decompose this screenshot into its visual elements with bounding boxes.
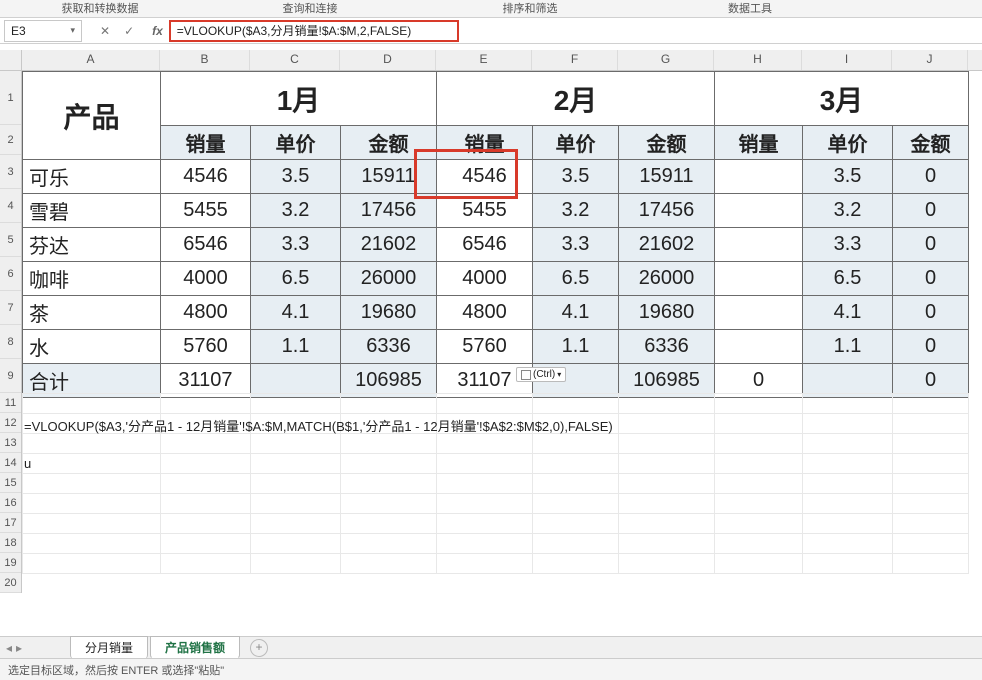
row-header-4[interactable]: 4 — [0, 189, 21, 223]
paste-options-icon — [521, 370, 531, 380]
col-header-E[interactable]: E — [436, 50, 532, 70]
row-header-12[interactable]: 12 — [0, 413, 21, 433]
formula-bar: E3 ▾ ✕ ✓ fx =VLOOKUP($A3,分月销量!$A:$M,2,FA… — [0, 18, 982, 44]
table-row[interactable]: 水 5760 1.1 6336 5760 1.1 6336 1.1 0 — [23, 330, 969, 364]
ribbon-group-labels: 获取和转换数据 查询和连接 排序和筛选 数据工具 — [0, 0, 982, 18]
col-header-J[interactable]: J — [892, 50, 968, 70]
new-sheet-button[interactable]: + — [250, 639, 268, 657]
month-header-2[interactable]: 2月 — [437, 72, 715, 126]
select-all-corner[interactable] — [0, 50, 22, 70]
row-header-16[interactable]: 16 — [0, 493, 21, 513]
col-header-F[interactable]: F — [532, 50, 618, 70]
name-box-ref: E3 — [11, 24, 26, 38]
tab-nav-prev-icon[interactable]: ◂ — [6, 641, 12, 655]
subheader-price-1[interactable]: 单价 — [251, 126, 341, 160]
cancel-formula-icon[interactable]: ✕ — [100, 24, 110, 38]
row-header-17[interactable]: 17 — [0, 513, 21, 533]
row-header-8[interactable]: 8 — [0, 325, 21, 359]
sheet-tab-2[interactable]: 产品销售额 — [150, 636, 240, 659]
col-header-A[interactable]: A — [22, 50, 160, 70]
table-row[interactable]: 茶 4800 4.1 19680 4800 4.1 19680 4.1 0 — [23, 296, 969, 330]
paste-options-chip[interactable]: (Ctrl) ▾ — [516, 367, 566, 382]
subheader-qty-3[interactable]: 销量 — [715, 126, 803, 160]
col-header-C[interactable]: C — [250, 50, 340, 70]
subheader-price-2[interactable]: 单价 — [533, 126, 619, 160]
sheet-tabs: ◂ ▸ 分月销量 产品销售额 + — [0, 636, 982, 658]
subheader-qty-2[interactable]: 销量 — [437, 126, 533, 160]
col-header-H[interactable]: H — [714, 50, 802, 70]
sheet-tab-1[interactable]: 分月销量 — [70, 636, 148, 659]
name-box-dropdown-icon[interactable]: ▾ — [70, 25, 75, 36]
tab-nav-next-icon[interactable]: ▸ — [16, 641, 22, 655]
row-header-3[interactable]: 3 — [0, 155, 21, 189]
table-row[interactable]: 芬达 6546 3.3 21602 6546 3.3 21602 3.3 0 — [23, 228, 969, 262]
cell-A14-text[interactable]: u — [24, 456, 31, 471]
table-row[interactable]: 雪碧 5455 3.2 17456 5455 3.2 17456 3.2 0 — [23, 194, 969, 228]
name-box[interactable]: E3 ▾ — [4, 20, 82, 42]
row-header-13[interactable]: 13 — [0, 433, 21, 453]
corner-product-label[interactable]: 产品 — [23, 72, 161, 160]
row-header-6[interactable]: 6 — [0, 257, 21, 291]
formula-highlight: =VLOOKUP($A3,分月销量!$A:$M,2,FALSE) — [169, 20, 459, 42]
table-row[interactable]: 咖啡 4000 6.5 26000 4000 6.5 26000 6.5 0 — [23, 262, 969, 296]
row-header-20[interactable]: 20 — [0, 573, 21, 593]
subheader-amount-3[interactable]: 金额 — [893, 126, 969, 160]
column-headers[interactable]: A B C D E F G H I J — [0, 50, 982, 71]
row-header-19[interactable]: 19 — [0, 553, 21, 573]
row-header-5[interactable]: 5 — [0, 223, 21, 257]
subheader-amount-1[interactable]: 金额 — [341, 126, 437, 160]
col-header-I[interactable]: I — [802, 50, 892, 70]
row-header-7[interactable]: 7 — [0, 291, 21, 325]
subheader-amount-2[interactable]: 金额 — [619, 126, 715, 160]
subheader-qty-1[interactable]: 销量 — [161, 126, 251, 160]
status-bar: 选定目标区域，然后按 ENTER 或选择"粘贴" — [0, 658, 982, 680]
cell-A12-formula[interactable]: =VLOOKUP($A3,'分产品1 - 12月销量'!$A:$M,MATCH(… — [24, 416, 613, 435]
row-header-15[interactable]: 15 — [0, 473, 21, 493]
row-header-18[interactable]: 18 — [0, 533, 21, 553]
col-header-G[interactable]: G — [618, 50, 714, 70]
month-header-1[interactable]: 1月 — [161, 72, 437, 126]
data-table[interactable]: 产品 1月 2月 3月 销量 单价 金额 销量 单价 金额 销量 单价 金额 可… — [22, 71, 969, 398]
worksheet-grid[interactable]: 1 2 3 4 5 6 7 8 9 11 12 13 14 15 16 17 1… — [0, 71, 982, 631]
col-header-B[interactable]: B — [160, 50, 250, 70]
month-header-3[interactable]: 3月 — [715, 72, 969, 126]
row-header-11[interactable]: 11 — [0, 393, 21, 413]
formula-text[interactable]: =VLOOKUP($A3,分月销量!$A:$M,2,FALSE) — [177, 22, 411, 39]
row-header-1[interactable]: 1 — [0, 71, 21, 125]
fx-icon[interactable]: fx — [152, 24, 163, 38]
subheader-price-3[interactable]: 单价 — [803, 126, 893, 160]
table-row[interactable]: 可乐 4546 3.5 15911 4546 3.5 15911 3.5 0 — [23, 160, 969, 194]
row-header-9[interactable]: 9 — [0, 359, 21, 393]
col-header-D[interactable]: D — [340, 50, 436, 70]
chevron-down-icon: ▾ — [557, 370, 561, 379]
row-header-14[interactable]: 14 — [0, 453, 21, 473]
status-text: 选定目标区域，然后按 ENTER 或选择"粘贴" — [8, 665, 224, 677]
row-header-2[interactable]: 2 — [0, 125, 21, 155]
accept-formula-icon[interactable]: ✓ — [124, 24, 134, 38]
row-headers[interactable]: 1 2 3 4 5 6 7 8 9 11 12 13 14 15 16 17 1… — [0, 71, 22, 593]
